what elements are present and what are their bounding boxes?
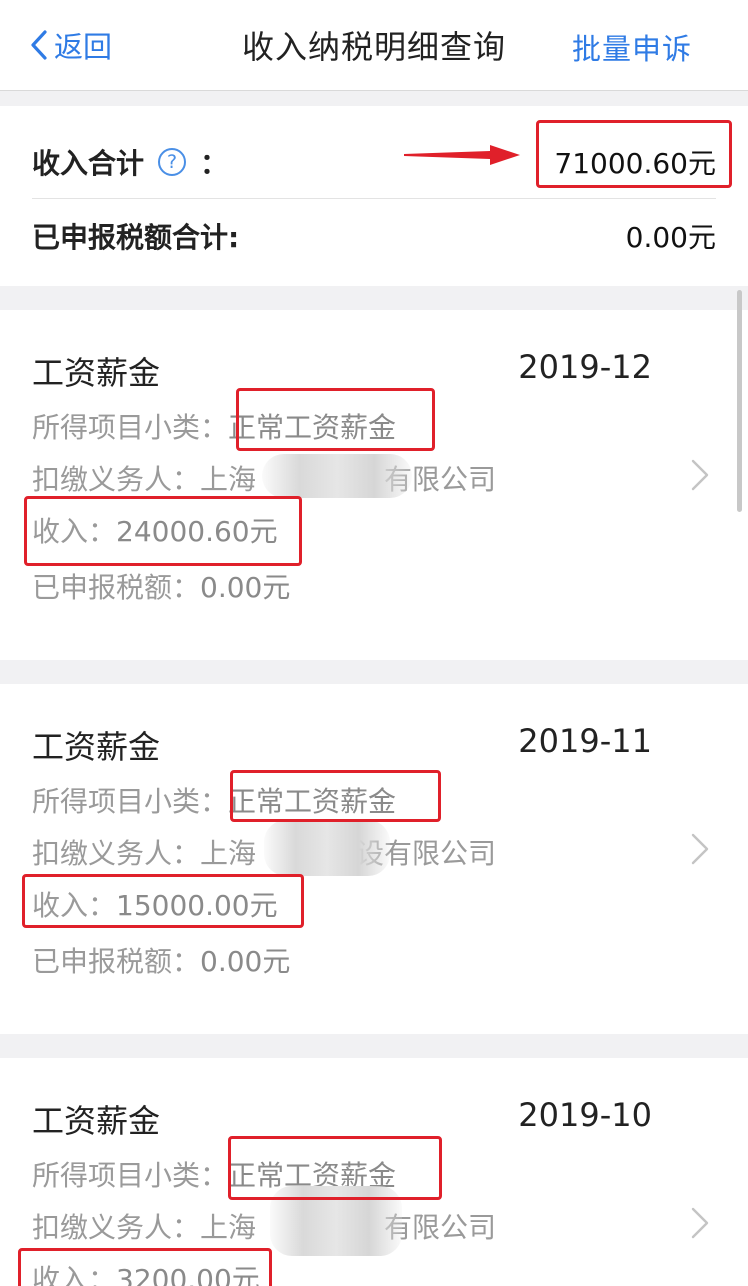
- withholder-prefix: 上海: [200, 463, 257, 496]
- nav-bar: 返回 收入纳税明细查询 批量申诉: [0, 0, 748, 91]
- record-period: 2019-12: [518, 348, 652, 386]
- help-icon[interactable]: ?: [158, 148, 187, 176]
- highlight-box-subcategory: [228, 1136, 442, 1200]
- subcategory-label: 所得项目小类：: [32, 411, 229, 444]
- batch-appeal-button[interactable]: 批量申诉: [572, 26, 692, 68]
- income-record-card[interactable]: 工资薪金 2019-12 所得项目小类：正常工资薪金 扣缴义务人：上海 有限公司 …: [0, 310, 748, 660]
- annotation-arrow-icon: [404, 145, 520, 165]
- chevron-right-icon: [691, 459, 709, 491]
- highlight-box-income: [22, 874, 304, 928]
- divider: [32, 198, 716, 199]
- income-total-label: 收入合计: [32, 147, 145, 180]
- income-total-colon: ：: [200, 147, 229, 180]
- redaction-blur: [264, 820, 390, 876]
- record-category: 工资薪金: [32, 354, 161, 392]
- chevron-right-icon: [691, 833, 709, 865]
- record-withholder: 扣缴义务人：上海 有限公司: [32, 1206, 496, 1246]
- record-declared-tax: 已申报税额：0.00元: [32, 566, 290, 606]
- income-record-card[interactable]: 工资薪金 2019-10 所得项目小类：正常工资薪金 扣缴义务人：上海 有限公司 …: [0, 1058, 748, 1286]
- record-period: 2019-10: [518, 1096, 652, 1134]
- record-category: 工资薪金: [32, 728, 161, 766]
- withholder-prefix: 上海: [200, 837, 257, 870]
- declared-tax-label: 已申报税额：: [32, 571, 201, 604]
- highlight-box-subcategory: [230, 770, 441, 822]
- highlight-box-income-total: [536, 120, 732, 188]
- withholder-label: 扣缴义务人：: [32, 463, 201, 496]
- declared-tax-total-value: 0.00元: [625, 221, 716, 254]
- highlight-box-subcategory: [236, 388, 435, 451]
- declared-tax-value: 0.00元: [200, 571, 291, 604]
- record-category: 工资薪金: [32, 1102, 161, 1140]
- withholder-label: 扣缴义务人：: [32, 837, 201, 870]
- declared-tax-total-label: 已申报税额合计:: [32, 221, 240, 254]
- highlight-box-income: [24, 496, 302, 566]
- declared-tax-total-row: 已申报税额合计: 0.00元: [32, 206, 716, 266]
- withholder-prefix: 上海: [200, 1211, 257, 1244]
- income-record-card[interactable]: 工资薪金 2019-11 所得项目小类：正常工资薪金 扣缴义务人：上海 设有限公司…: [0, 684, 748, 1034]
- chevron-right-icon: [691, 1207, 709, 1239]
- record-declared-tax: 已申报税额：0.00元: [32, 940, 290, 980]
- declared-tax-value: 0.00元: [200, 945, 291, 978]
- redaction-blur: [262, 454, 412, 498]
- scrollbar[interactable]: [737, 290, 742, 512]
- subcategory-label: 所得项目小类：: [32, 785, 229, 818]
- withholder-label: 扣缴义务人：: [32, 1211, 201, 1244]
- declared-tax-label: 已申报税额：: [32, 945, 201, 978]
- highlight-box-income: [18, 1248, 272, 1286]
- subcategory-label: 所得项目小类：: [32, 1159, 229, 1192]
- record-period: 2019-11: [518, 722, 652, 760]
